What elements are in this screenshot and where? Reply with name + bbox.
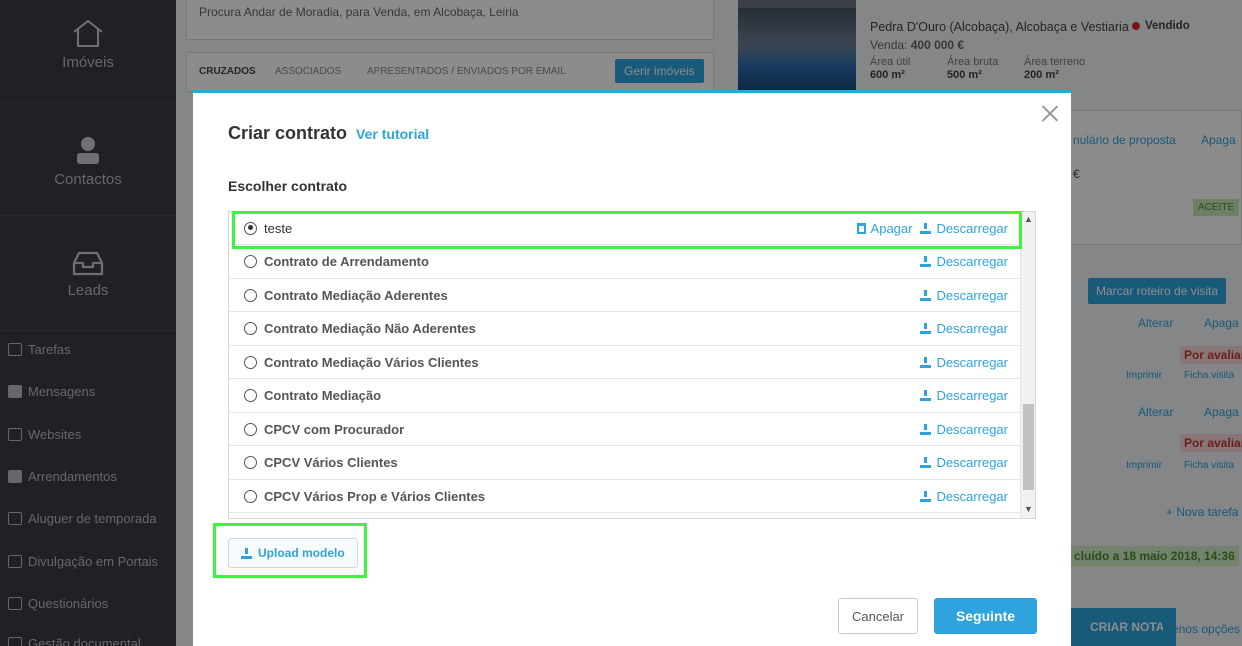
contract-name: Contrato Mediação Vários Clientes (264, 354, 479, 370)
contract-name: CPCV Vários Clientes (264, 455, 398, 470)
row-actions: Descarregar (920, 388, 1008, 403)
contract-row[interactable]: Contrato Mediação Descarregar (229, 380, 1022, 413)
contract-name: CPCV Vários Prop e Vários Clientes (264, 488, 486, 504)
contract-row[interactable]: teste Apagar Descarregar (229, 212, 1022, 245)
contract-radio[interactable] (244, 221, 257, 235)
contract-radio[interactable] (244, 389, 257, 402)
contract-name: Contrato Mediação Não Aderentes (264, 321, 476, 336)
download-icon (920, 323, 932, 334)
contract-row[interactable]: CPCV Vários Prop e Vários Clientes Descar… (229, 480, 1022, 513)
contract-radio[interactable] (244, 355, 257, 369)
contract-row[interactable]: CPCV com Procurador Descarregar (229, 413, 1022, 446)
contract-radio[interactable] (244, 255, 257, 268)
contract-row[interactable]: Contrato de Arrendamento Descarregar (229, 246, 1022, 279)
section-title: Escolher contrato (228, 178, 348, 194)
contract-row[interactable]: Contrato Mediação Aderentes Descarregar (229, 279, 1022, 312)
upload-template-button[interactable]: Upload modelo (228, 538, 358, 568)
row-actions: Descarregar (920, 422, 1008, 437)
row-actions: Descarregar (920, 321, 1008, 336)
contract-radio[interactable] (244, 456, 257, 469)
download-icon (920, 356, 932, 368)
row-actions: Descarregar (920, 288, 1008, 303)
contract-list: teste Apagar Descarregar Contrato de Arrend… (228, 211, 1036, 519)
download-icon (920, 423, 932, 435)
tutorial-link[interactable]: Ver tutorial (356, 126, 429, 142)
download-contract-link[interactable]: Descarregar (920, 388, 1008, 403)
row-actions: Apagar Descarregar (856, 221, 1008, 236)
download-icon (920, 289, 932, 301)
download-icon (920, 457, 932, 468)
create-contract-modal: Criar contrato Ver tutorial Escolher con… (193, 90, 1071, 646)
next-button[interactable]: Seguinte (934, 598, 1037, 634)
download-icon (920, 490, 932, 502)
close-icon[interactable] (1040, 103, 1060, 123)
row-actions: Descarregar (920, 455, 1008, 470)
contract-radio[interactable] (244, 422, 257, 436)
download-contract-link[interactable]: Descarregar (920, 455, 1008, 470)
download-contract-link[interactable]: Descarregar (920, 355, 1008, 370)
download-contract-link[interactable]: Descarregar (920, 221, 1008, 236)
contract-name: Contrato de Arrendamento (264, 254, 429, 269)
contract-name: teste (264, 220, 293, 236)
contract-row[interactable]: Contrato Mediação Não Aderentes Descarreg… (229, 313, 1022, 346)
delete-contract-link[interactable]: Apagar (856, 221, 912, 236)
cancel-button[interactable]: Cancelar (838, 598, 918, 634)
contract-radio[interactable] (244, 489, 257, 503)
contract-radio[interactable] (244, 288, 257, 302)
scroll-up-icon[interactable]: ▲ (1024, 214, 1033, 224)
download-contract-link[interactable]: Descarregar (920, 422, 1008, 437)
contract-name: Contrato Mediação Aderentes (264, 287, 448, 303)
contract-radio[interactable] (244, 322, 257, 335)
contract-row[interactable]: Contrato Mediação Vários Clientes Descarr… (229, 346, 1022, 379)
download-contract-link[interactable]: Descarregar (920, 288, 1008, 303)
trash-icon (856, 222, 866, 234)
row-actions: Descarregar (920, 489, 1008, 504)
upload-icon (241, 547, 252, 559)
download-icon (920, 222, 932, 234)
scrollbar[interactable]: ▲ ▼ (1020, 212, 1035, 518)
contract-row[interactable]: CPCV Vários Clientes Descarregar (229, 447, 1022, 480)
download-contract-link[interactable]: Descarregar (920, 321, 1008, 336)
modal-title: Criar contrato Ver tutorial (228, 123, 430, 143)
contract-name: Contrato Mediação (264, 388, 382, 403)
download-icon (920, 390, 932, 401)
download-contract-link[interactable]: Descarregar (920, 489, 1008, 504)
row-actions: Descarregar (920, 355, 1008, 370)
download-contract-link[interactable]: Descarregar (920, 254, 1008, 269)
scroll-thumb[interactable] (1023, 404, 1034, 490)
row-actions: Descarregar (920, 254, 1008, 269)
contract-name: CPCV com Procurador (264, 421, 405, 437)
download-icon (920, 256, 932, 267)
scroll-down-icon[interactable]: ▼ (1024, 504, 1033, 514)
